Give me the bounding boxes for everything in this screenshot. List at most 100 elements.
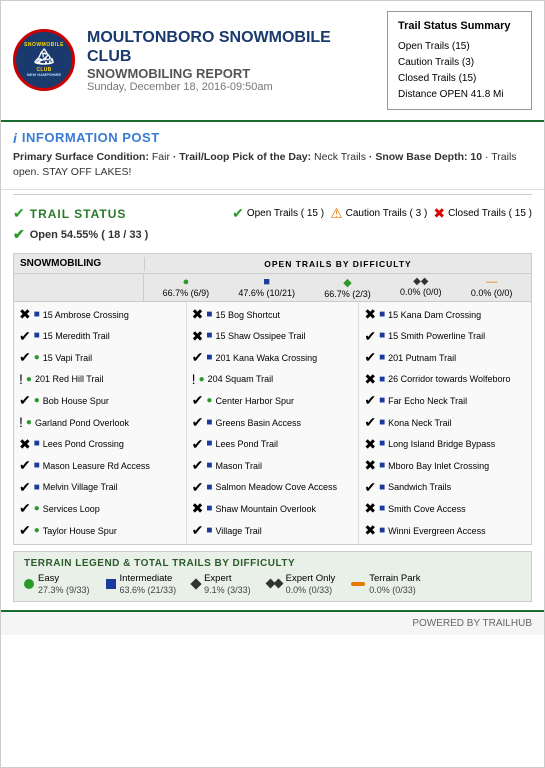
diff-inter: ■ 47.6% (10/21): [238, 276, 295, 299]
trail-status-icon: ✔: [19, 521, 31, 541]
trail-item: ✔●Services Loop: [17, 498, 183, 520]
trail-name: Shaw Mountain Overlook: [215, 503, 316, 516]
trail-name: Mboro Bay Inlet Crossing: [388, 460, 489, 473]
legend-expert-only: Expert Only 0.0% (0/33): [267, 573, 336, 595]
summary-closed: Closed Trails (15): [398, 71, 521, 87]
trail-status-badges: ✔ Open Trails ( 15 ) ⚠ Caution Trails ( …: [232, 205, 532, 222]
closed-badge-icon: ✖: [433, 205, 445, 222]
expert-only-icon: [267, 580, 282, 587]
trail-name: 201 Putnam Trail: [388, 352, 456, 365]
trail-item: ✖■15 Kana Dam Crossing: [362, 304, 528, 326]
info-header: i INFORMATION POST: [13, 130, 532, 146]
trail-item: ✔■Greens Basin Access: [190, 412, 356, 434]
trail-item: ✖■15 Ambrose Crossing: [17, 304, 183, 326]
trail-status-icon: ✔: [364, 413, 376, 433]
trail-name: 15 Meredith Trail: [43, 330, 110, 343]
trail-item: ✔■201 Kana Waka Crossing: [190, 347, 356, 369]
trail-status-icon: ✔: [192, 521, 204, 541]
trail-item: ✔●15 Vapi Trail: [17, 347, 183, 369]
trail-name: 26 Corridor towards Wolfeboro: [388, 373, 510, 386]
open-badge-label: Open Trails ( 15 ): [247, 208, 324, 219]
depth-value: 10: [468, 151, 483, 163]
trail-name: Far Echo Neck Trail: [388, 395, 467, 408]
trail-status-header: ✔ TRAIL STATUS ✔ Open Trails ( 15 ) ⚠ Ca…: [13, 205, 532, 222]
trail-name: Bob House Spur: [43, 395, 109, 408]
info-title: INFORMATION POST: [22, 130, 160, 145]
trail-item: ✔●Taylor House Spur: [17, 520, 183, 542]
badge-closed: ✖ Closed Trails ( 15 ): [433, 205, 532, 222]
expert-only-label: Expert Only: [286, 573, 336, 584]
trail-status-icon: ✔: [364, 391, 376, 411]
legend-section: TERRAIN LEGEND & TOTAL TRAILS by DIFFICU…: [13, 551, 532, 602]
trail-status-icon: !: [19, 413, 23, 433]
trail-name: 15 Vapi Trail: [43, 352, 92, 365]
open-percentage: ✔ Open 54.55% ( 18 / 33 ): [13, 226, 532, 243]
info-icon: i: [13, 130, 17, 146]
trail-name: Village Trail: [215, 525, 261, 538]
diff-easy: ● 66.7% (6/9): [163, 276, 210, 299]
badge-open: ✔ Open Trails ( 15 ): [232, 205, 324, 222]
trail-item: ✖■15 Bog Shortcut: [190, 304, 356, 326]
legend-items: Easy 27.3% (9/33) Intermediate 63.6% (21…: [24, 573, 521, 595]
trail-status-check-icon: ✔: [13, 205, 25, 222]
trail-item: ✖■Winni Evergreen Access: [362, 520, 528, 542]
trail-name: 15 Kana Dam Crossing: [388, 309, 481, 322]
trail-status-icon: ✔: [192, 348, 204, 368]
expert-sub: 9.1% (3/33): [204, 585, 251, 595]
trail-status-icon: ✖: [192, 499, 204, 519]
inter-label: Intermediate: [120, 573, 173, 584]
section-divider: [13, 194, 532, 195]
legend-title: TERRAIN LEGEND & TOTAL TRAILS by DIFFICU…: [24, 558, 521, 569]
badge-caution: ⚠ Caution Trails ( 3 ): [330, 205, 427, 222]
trail-status-icon: ✖: [364, 370, 376, 390]
surface-label: Primary Surface Condition:: [13, 151, 149, 163]
open-badge-icon: ✔: [232, 205, 244, 222]
trail-status-title: TRAIL STATUS: [30, 207, 127, 221]
trail-item: ✔■15 Meredith Trail: [17, 326, 183, 348]
footer: POWERED BY TRAILHUB: [1, 610, 544, 635]
snowmobiling-header: SNOWMOBILING OPEN TRAILS BY DIFFICULTY: [14, 254, 531, 274]
pick-value: Neck Trails: [311, 151, 366, 163]
trail-name: Garland Pond Overlook: [35, 417, 129, 430]
trail-status-icon: ✔: [192, 391, 204, 411]
trail-status-icon: ✔: [364, 478, 376, 498]
summary-caution: Caution Trails (3): [398, 55, 521, 71]
trail-item: ✖■Long Island Bridge Bypass: [362, 434, 528, 456]
trail-status-icon: ✔: [19, 456, 31, 476]
legend-terrain: Terrain Park 0.0% (0/33): [351, 573, 420, 595]
difficulty-stats: ● 66.7% (6/9) ■ 47.6% (10/21) ◆ 66.7% (2…: [144, 274, 531, 301]
inter-icon: [106, 579, 116, 589]
page: SNOWMOBILE 🏔 CLUB NEW HAMPSHIRE MOULTONB…: [0, 0, 545, 768]
club-name: MOULTONBORO SNOWMOBILE CLUB: [87, 28, 377, 66]
trail-status-icon: ✖: [19, 435, 31, 455]
trail-name: Salmon Meadow Cove Access: [215, 481, 337, 494]
pick-label: · Trail/Loop Pick of the Day:: [170, 151, 311, 163]
surface-value: Fair: [149, 151, 170, 163]
expert-label: Expert: [204, 573, 231, 584]
depth-label: · Snow Base Depth:: [366, 151, 468, 163]
legend-easy: Easy 27.3% (9/33): [24, 573, 90, 595]
trail-status-icon: ✔: [192, 478, 204, 498]
trail-item: ✔■Sandwich Trails: [362, 477, 528, 499]
easy-sub: 27.3% (9/33): [38, 585, 90, 595]
summary-title: Trail Status Summary: [398, 18, 521, 36]
trail-item: ✖■15 Shaw Ossipee Trail: [190, 326, 356, 348]
terrain-icon: [351, 582, 365, 586]
trail-name: Mason Trail: [215, 460, 262, 473]
trail-name: Long Island Bridge Bypass: [388, 438, 495, 451]
trail-status-icon: ✔: [364, 327, 376, 347]
trail-item: ✔■Mason Trail: [190, 455, 356, 477]
terrain-label: Terrain Park: [369, 573, 420, 584]
legend-inter: Intermediate 63.6% (21/33): [106, 573, 177, 595]
trail-name: 201 Kana Waka Crossing: [215, 352, 317, 365]
trail-status-icon: ✖: [364, 521, 376, 541]
easy-label: Easy: [38, 573, 59, 584]
trail-status-icon: ✖: [192, 305, 204, 325]
trail-status-icon: !: [19, 370, 23, 390]
trail-name: 204 Squam Trail: [208, 373, 274, 386]
info-section: i INFORMATION POST Primary Surface Condi…: [1, 122, 544, 191]
trails-col3: ✖■15 Kana Dam Crossing✔■15 Smith Powerli…: [359, 302, 531, 544]
trails-col2: ✖■15 Bog Shortcut✖■15 Shaw Ossipee Trail…: [187, 302, 360, 544]
inter-sub: 63.6% (21/33): [120, 585, 177, 595]
legend-expert: Expert 9.1% (3/33): [192, 573, 251, 595]
